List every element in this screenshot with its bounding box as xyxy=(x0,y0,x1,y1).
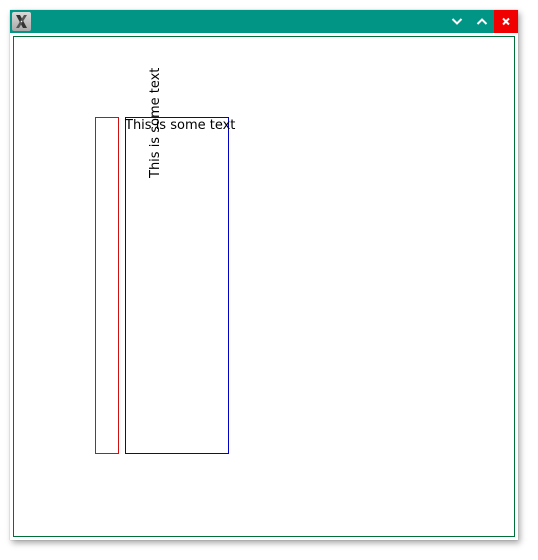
client-area: This is some text This is some text xyxy=(13,36,515,537)
maximize-button[interactable] xyxy=(470,10,494,33)
close-button[interactable] xyxy=(494,10,518,33)
vertical-text: This is some text xyxy=(148,67,163,178)
red-rectangle xyxy=(95,117,119,454)
chevron-down-icon xyxy=(451,18,463,25)
title-bar[interactable] xyxy=(10,10,518,33)
chevron-up-icon xyxy=(476,18,488,25)
app-window: This is some text This is some text xyxy=(10,10,518,540)
blue-rectangle xyxy=(125,117,229,454)
minimize-button[interactable] xyxy=(445,10,469,33)
x-app-icon[interactable] xyxy=(12,12,31,31)
horizontal-text: This is some text xyxy=(125,118,236,133)
close-icon xyxy=(502,17,510,26)
